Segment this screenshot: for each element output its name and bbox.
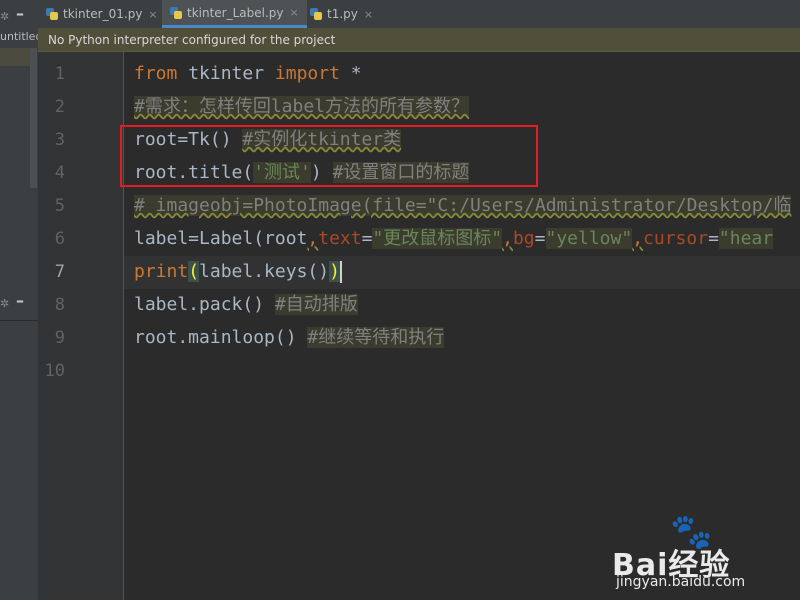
watermark-url: jingyan.baidu.com	[616, 574, 746, 590]
tab-label: tkinter_Label.py	[187, 5, 284, 20]
structure-panel-controls: ✲ –	[0, 291, 38, 315]
string-literal: "yellow"	[545, 228, 633, 249]
param-name: text	[318, 228, 362, 249]
comment: #需求：怎样传回label方法的所有参数？	[134, 96, 470, 117]
close-icon[interactable]: ×	[148, 8, 157, 21]
wildcard: *	[339, 63, 362, 84]
gear-icon[interactable]: ✲	[0, 10, 9, 23]
line-number-current: 7	[54, 262, 65, 282]
comment: #继续等待和执行	[307, 327, 445, 348]
comma: ,	[632, 228, 644, 249]
python-file-icon	[46, 8, 58, 20]
code-line-2[interactable]: #需求：怎样传回label方法的所有参数？	[134, 92, 470, 122]
param-name: cursor	[643, 228, 709, 249]
line-number: 10	[44, 361, 65, 381]
close-icon[interactable]: ×	[290, 6, 299, 19]
code-text: root.mainloop()	[134, 327, 297, 348]
baidu-watermark: 🐾 Bai经验 jingyan.baidu.com	[612, 512, 800, 592]
gear-icon[interactable]: ✲	[0, 297, 9, 310]
code-line-6[interactable]: label=Label(root,text="更改鼠标图标",bg="yello…	[134, 224, 774, 254]
tab-tkinter-label[interactable]: tkinter_Label.py ×	[162, 0, 307, 28]
string-literal: "更改鼠标图标"	[372, 228, 503, 249]
project-panel-controls: ✲ –	[0, 4, 38, 28]
code-text: =	[534, 228, 546, 249]
code-line-8[interactable]: label.pack() #自动排版	[134, 290, 358, 320]
comment: # imageobj=PhotoImage(file="C:/Users/Adm…	[134, 195, 792, 216]
comment: #自动排版	[274, 294, 358, 315]
structure-panel-header: ✲ –	[0, 291, 38, 351]
text-caret	[339, 261, 342, 283]
tab-label: t1.py	[327, 7, 358, 21]
matched-paren: )	[329, 261, 340, 282]
line-number: 2	[54, 97, 65, 117]
tab-t1[interactable]: t1.py ×	[310, 0, 373, 28]
builtin-print: print	[134, 261, 189, 282]
python-file-icon	[170, 6, 182, 19]
close-icon[interactable]: ×	[364, 8, 373, 21]
code-text: label.keys()	[199, 261, 330, 282]
comma: ,	[502, 228, 513, 249]
minimize-icon[interactable]: –	[16, 291, 24, 310]
code-line-5[interactable]: # imageobj=PhotoImage(file="C:/Users/Adm…	[134, 191, 792, 221]
keyword: from	[134, 63, 178, 84]
module-name: tkinter	[177, 63, 275, 84]
code-text: label.pack()	[134, 294, 265, 315]
comma: ,	[307, 228, 319, 249]
code-text: label=Label(root	[134, 228, 308, 249]
line-number: 9	[54, 328, 65, 348]
string-literal: "hear	[718, 228, 774, 249]
line-number: 8	[54, 295, 65, 315]
project-scrollbar[interactable]	[30, 48, 37, 188]
code-line-9[interactable]: root.mainloop() #继续等待和执行	[134, 323, 445, 353]
editor-tab-bar: tkinter_01.py × tkinter_Label.py × t1.py…	[38, 0, 800, 29]
line-number: 1	[54, 64, 65, 84]
line-number: 3	[54, 130, 65, 150]
param-name: bg	[512, 228, 535, 249]
keyword: import	[274, 63, 340, 84]
code-text: =	[361, 228, 373, 249]
code-text: =	[708, 228, 719, 249]
annotation-highlight-box	[120, 125, 538, 187]
line-number: 5	[54, 196, 65, 216]
project-tree-item[interactable]: untitled	[0, 30, 38, 43]
selected-tree-row[interactable]	[0, 48, 30, 66]
code-line-7[interactable]: print(label.keys())	[134, 257, 342, 287]
minimize-icon[interactable]: –	[16, 4, 24, 23]
python-file-icon	[310, 8, 322, 20]
code-line-1[interactable]: from tkinter import *	[134, 59, 362, 89]
tab-tkinter-01[interactable]: tkinter_01.py ×	[46, 0, 158, 28]
project-tool-strip: ✲ – untitled ✲ –	[0, 0, 38, 600]
line-number: 6	[54, 229, 65, 249]
line-number-gutter[interactable]: 1 2 3 4 5 6 7 8 9 10	[38, 52, 124, 600]
interpreter-warning-banner[interactable]: No Python interpreter configured for the…	[38, 28, 800, 52]
tab-label: tkinter_01.py	[63, 7, 143, 21]
line-number: 4	[54, 163, 65, 183]
matched-paren: (	[188, 261, 200, 282]
